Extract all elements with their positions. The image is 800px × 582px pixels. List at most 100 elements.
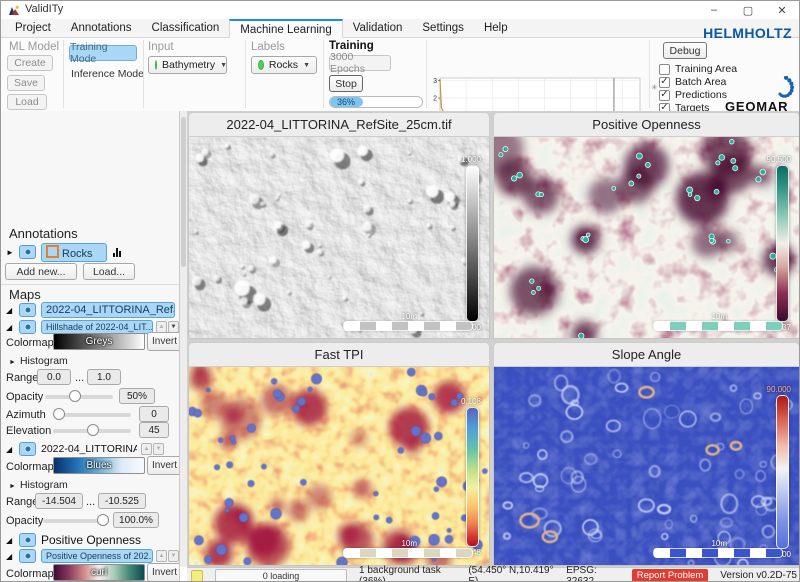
move-up-button[interactable]: ▲ (141, 443, 152, 455)
expander-icon[interactable]: ◢ (6, 552, 12, 561)
histogram-expander[interactable]: ►Histogram (9, 355, 68, 367)
visibility-toggle[interactable] (19, 245, 36, 259)
status-dot-icon (258, 60, 264, 70)
overlay-batch-area[interactable]: Batch Area (659, 76, 726, 88)
move-up-button[interactable]: ▲ (156, 550, 167, 562)
opacity-field[interactable]: 50% (119, 388, 155, 404)
colormap-bar-blues[interactable]: Blues (53, 457, 145, 474)
menu-validation[interactable]: Validation (343, 19, 413, 37)
colorbar-max-label: 90.500 (767, 155, 791, 164)
close-button[interactable]: ✕ (765, 1, 799, 19)
visibility-toggle[interactable] (19, 533, 36, 547)
left-sidebar: Annotations ► Rocks Add new... Load... M… (1, 111, 180, 582)
menu-classification[interactable]: Classification (142, 19, 230, 37)
elevation-slider[interactable] (53, 429, 131, 433)
debug-button[interactable]: Debug (663, 42, 707, 59)
input-dropdown-value: Bathymetry (162, 59, 215, 71)
histogram-expander[interactable]: ►Histogram (9, 479, 68, 491)
opacity-field[interactable]: 100.0% (113, 512, 159, 528)
menu-machine-learning[interactable]: Machine Learning (229, 19, 342, 38)
map-view-hillshade[interactable]: 1.000 0.000 10m (188, 137, 490, 339)
training-mode-button[interactable]: Training Mode (69, 45, 137, 61)
add-new-annotation-button[interactable]: Add new... (5, 263, 77, 280)
opacity-slider[interactable] (45, 395, 113, 399)
create-button[interactable]: Create (7, 55, 53, 71)
range-min-field[interactable]: 0.0 (37, 369, 71, 385)
overlay-training-area[interactable]: Training Area (659, 63, 737, 75)
invert-button[interactable]: Invert (147, 332, 180, 351)
minimize-button[interactable]: – (697, 1, 731, 19)
save-button[interactable]: Save (7, 75, 45, 91)
checkbox-icon[interactable] (659, 64, 670, 75)
scrollbar-thumb[interactable] (181, 117, 186, 267)
layer-chip[interactable]: Positive Openness of 202... (41, 549, 153, 563)
load-button[interactable]: Load (7, 94, 47, 110)
menu-help[interactable]: Help (474, 19, 518, 37)
visibility-toggle[interactable] (19, 303, 36, 317)
cursor-coordinates: (54.450° N,10.419° E) (468, 565, 554, 582)
layer-chip[interactable]: 2022-04_LITTORINA_RefSit... (41, 302, 175, 318)
map-panel-title[interactable]: Positive Openness (493, 112, 800, 137)
range-max-field[interactable]: 1.0 (87, 369, 121, 385)
sidebar-scrollbar[interactable] (180, 111, 187, 567)
slider-handle[interactable] (53, 408, 65, 420)
invert-button[interactable]: Invert (147, 563, 180, 582)
scalebar (343, 321, 473, 331)
slider-handle[interactable] (97, 514, 109, 526)
layer-chip[interactable]: Hillshade of 2022-04_LIT... (41, 320, 153, 334)
colormap-bar-greys[interactable]: Greys (53, 333, 145, 350)
group-name[interactable]: Positive Openness (41, 533, 141, 547)
checkbox-label: Training Area (675, 63, 737, 75)
histogram-icon[interactable] (113, 247, 121, 257)
menu-annotations[interactable]: Annotations (61, 19, 142, 37)
annotation-chip-rocks[interactable]: Rocks (41, 243, 107, 262)
visibility-toggle[interactable] (19, 442, 36, 456)
progress-label: 36% (337, 97, 355, 108)
report-problem-button[interactable]: Report Problem (632, 569, 709, 582)
slider-handle[interactable] (69, 390, 81, 402)
opacity-label: Opacity (6, 515, 43, 527)
input-dropdown[interactable]: Bathymetry ▼ (148, 56, 227, 74)
load-annotation-button[interactable]: Load... (83, 263, 135, 280)
panel-slope-angle: Slope Angle 90.000 0.000 (493, 342, 800, 566)
range-min-field[interactable]: -14.504 (35, 493, 83, 509)
slider-handle[interactable] (87, 424, 99, 436)
invert-button[interactable]: Invert (147, 456, 180, 475)
map-panel-title[interactable]: 2022-04_LITTORINA_RefSite_25cm.tif (188, 112, 490, 137)
elevation-field[interactable]: 45 (139, 422, 169, 438)
expander-icon[interactable]: ◢ (6, 445, 12, 454)
stop-button[interactable]: Stop (329, 75, 363, 92)
menu-settings[interactable]: Settings (412, 19, 474, 37)
radio-dot-icon (24, 306, 32, 314)
maximize-button[interactable]: ▢ (731, 1, 765, 19)
azimuth-slider[interactable] (53, 413, 131, 417)
range-max-field[interactable]: -10.525 (98, 493, 146, 509)
menu-project[interactable]: Project (5, 19, 61, 37)
group-label-labels: Labels (251, 41, 285, 53)
map-view-fast-tpi[interactable]: 0.108 -0.048 10m (188, 367, 490, 566)
scalebar-label: 10m (711, 539, 727, 548)
visibility-toggle[interactable] (19, 320, 36, 334)
expander-icon[interactable]: ◢ (6, 306, 12, 315)
map-panel-title[interactable]: Fast TPI (188, 342, 490, 367)
expander-icon[interactable]: ◢ (6, 536, 12, 545)
move-down-button[interactable]: ▼ (153, 443, 164, 455)
labels-dropdown[interactable]: Rocks ▼ (251, 56, 317, 74)
expander-icon[interactable]: ◢ (6, 323, 12, 332)
overlay-predictions[interactable]: Predictions (659, 89, 727, 101)
move-down-button[interactable]: ▼ (168, 550, 179, 562)
azimuth-field[interactable]: 0 (139, 406, 169, 422)
checkbox-icon[interactable] (659, 77, 670, 88)
inference-mode-button[interactable]: Inference Mode (71, 68, 144, 80)
epochs-field[interactable]: 3000 Epochs (329, 55, 391, 71)
expander-icon[interactable]: ► (6, 248, 14, 257)
colormap-bar-curl[interactable]: curl (53, 564, 145, 581)
map-view-positive-openness[interactable]: 90.500 88.137 10m (493, 137, 800, 339)
checkbox-icon[interactable] (659, 90, 670, 101)
map-view-slope-angle[interactable]: 90.000 0.000 10m (493, 367, 800, 566)
opacity-slider[interactable] (43, 519, 107, 523)
visibility-toggle[interactable] (19, 549, 36, 563)
elevation-label: Elevation (6, 425, 51, 437)
layer-name[interactable]: 2022-04_LITTORINA_RefSit... (41, 443, 137, 455)
map-panel-title[interactable]: Slope Angle (493, 342, 800, 367)
